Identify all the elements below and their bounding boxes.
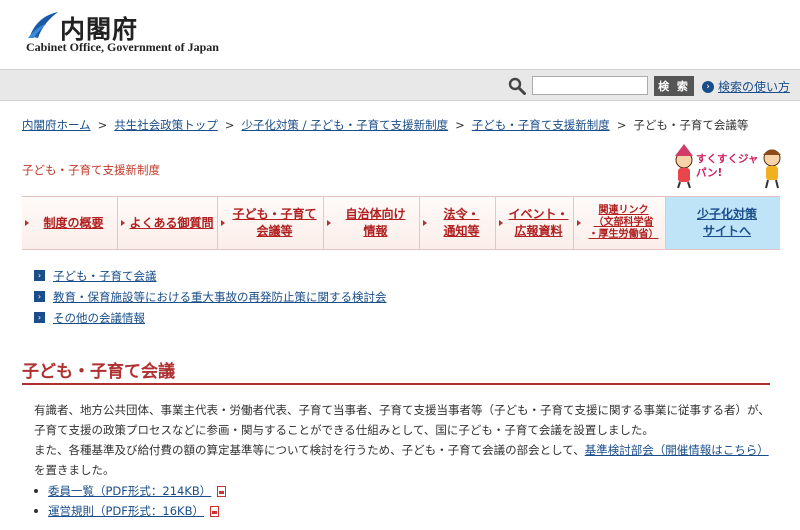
triangle-right-icon [221,220,225,226]
triangle-right-icon [25,220,29,226]
search-bar: 検 索 › 検索の使い方 [0,69,800,101]
search-help-link[interactable]: › 検索の使い方 [702,78,790,95]
kijun-kentobukai-link[interactable]: 基準検討部会（開催情報はこちら） [585,443,769,457]
nav-kaigi[interactable]: 子ども・子育て 会議等 [218,197,324,249]
search-icon [508,77,526,95]
triangle-right-icon [499,220,503,226]
breadcrumb-separator: > [616,118,627,132]
description-text: また、各種基準及び給付費の額の算定基準等について検討を行うため、子ども・子育て会… [34,443,585,457]
logo-english: Cabinet Office, Government of Japan [26,40,219,54]
sukusuku-japan-banner[interactable]: すくすくジャパン! [670,142,786,190]
chevron-right-icon: › [34,270,45,281]
description-line-1: 有識者、地方公共団体、事業主代表・労働者代表、子育て当事者、子育て支援当事者等（… [34,403,770,437]
breadcrumb-shinseido[interactable]: 子ども・子育て支援新制度 [472,118,610,132]
doc-iin-ichiran[interactable]: 委員一覧（PDF形式：214KB） [34,481,227,501]
chevron-right-icon: › [34,291,45,302]
nav-label: 自治体向け 情報 [345,207,406,238]
chevron-right-icon: › [34,312,45,323]
nav-label: イベント・ 広報資料 [508,207,569,238]
mascot-text: すくすくジャパン! [696,153,759,179]
site-header: 内閣府 Cabinet Office, Government of Japan [0,0,800,69]
heading-text: 子ども・子育て会議 [22,362,175,382]
nav-event[interactable]: イベント・ 広報資料 [496,197,574,249]
main-navigation: 制度の概要 よくある御質問 子ども・子育て 会議等 自治体向け 情報 法令・ 通… [22,196,780,250]
document-label: 委員一覧（PDF形式：214KB） [48,484,212,498]
triangle-right-icon [327,220,331,226]
breadcrumb-separator: > [224,118,235,132]
triangle-right-icon [577,220,581,226]
cabinet-logo-icon [28,12,58,38]
section-title[interactable]: 子ども・子育て支援新制度 [22,162,160,178]
document-list: 委員一覧（PDF形式：214KB） 運営規則（PDF形式：16KB） [34,481,227,521]
pdf-icon [217,485,227,497]
breadcrumb-current: 子ども・子育て会議等 [633,118,749,132]
triangle-right-icon [423,220,427,226]
breadcrumb-separator: > [455,118,465,132]
description-paragraph: 有識者、地方公共団体、事業主代表・労働者代表、子育て当事者、子育て支援当事者等（… [34,400,778,480]
site-logo[interactable]: 内閣府 Cabinet Office, Government of Japan [26,8,219,58]
nav-label: 子ども・子育て 会議等 [232,207,317,238]
section-heading: 子ども・子育て会議 [22,357,770,385]
doc-unei-kisoku[interactable]: 運営規則（PDF形式：16KB） [34,501,226,521]
breadcrumb-shoshika[interactable]: 少子化対策 / 子ども・子育て支援新制度 [241,118,448,132]
nav-label: 関連リンク （文部科学省 ・厚生労働省） [588,205,659,240]
nav-label: よくある御質問 [129,215,214,230]
nav-related-links[interactable]: 関連リンク （文部科学省 ・厚生労働省） [574,197,666,249]
nav-jichitai[interactable]: 自治体向け 情報 [324,197,420,249]
breadcrumb-kyosei[interactable]: 共生社会政策トップ [114,118,218,132]
nav-faq[interactable]: よくある御質問 [118,197,218,249]
link-other-meetings[interactable]: › その他の会議情報 [34,307,387,328]
link-jiko-kentokai[interactable]: › 教育・保育施設等における重大事故の再発防止策に関する検討会 [34,286,387,307]
nav-seido-gaiyo[interactable]: 制度の概要 [22,197,118,249]
nav-label: 制度の概要 [43,215,104,230]
pdf-icon [209,505,219,517]
breadcrumb: 内閣府ホーム > 共生社会政策トップ > 少子化対策 / 子ども・子育て支援新制度 > 子ど… [22,117,748,133]
chevron-right-icon: › [702,80,714,93]
breadcrumb-separator: > [97,118,108,132]
breadcrumb-home[interactable]: 内閣府ホーム [22,118,91,132]
description-line-2: また、各種基準及び給付費の額の算定基準等について検討を行うため、子ども・子育て会… [34,440,778,480]
description-text: を置きました。 [34,463,115,477]
link-kodomo-kaigi[interactable]: › 子ども・子育て会議 [34,265,387,286]
nav-label: 法令・ 通知等 [443,207,480,238]
search-help-label: 検索の使い方 [718,80,791,94]
document-label: 運営規則（PDF形式：16KB） [48,504,204,518]
nav-label: 少子化対策 サイトへ [696,207,757,238]
search-input[interactable] [532,76,648,95]
triangle-right-icon [121,220,125,226]
nav-horei[interactable]: 法令・ 通知等 [420,197,496,249]
link-label: その他の会議情報 [53,310,145,325]
page-link-list: › 子ども・子育て会議 › 教育・保育施設等における重大事故の再発防止策に関する… [34,265,387,328]
link-label: 教育・保育施設等における重大事故の再発防止策に関する検討会 [53,289,387,304]
link-label: 子ども・子育て会議 [53,268,157,283]
nav-shoshika-site[interactable]: 少子化対策 サイトへ [666,197,780,249]
bullet-icon [34,509,38,513]
search-button[interactable]: 検 索 [654,76,694,96]
bullet-icon [34,489,38,493]
